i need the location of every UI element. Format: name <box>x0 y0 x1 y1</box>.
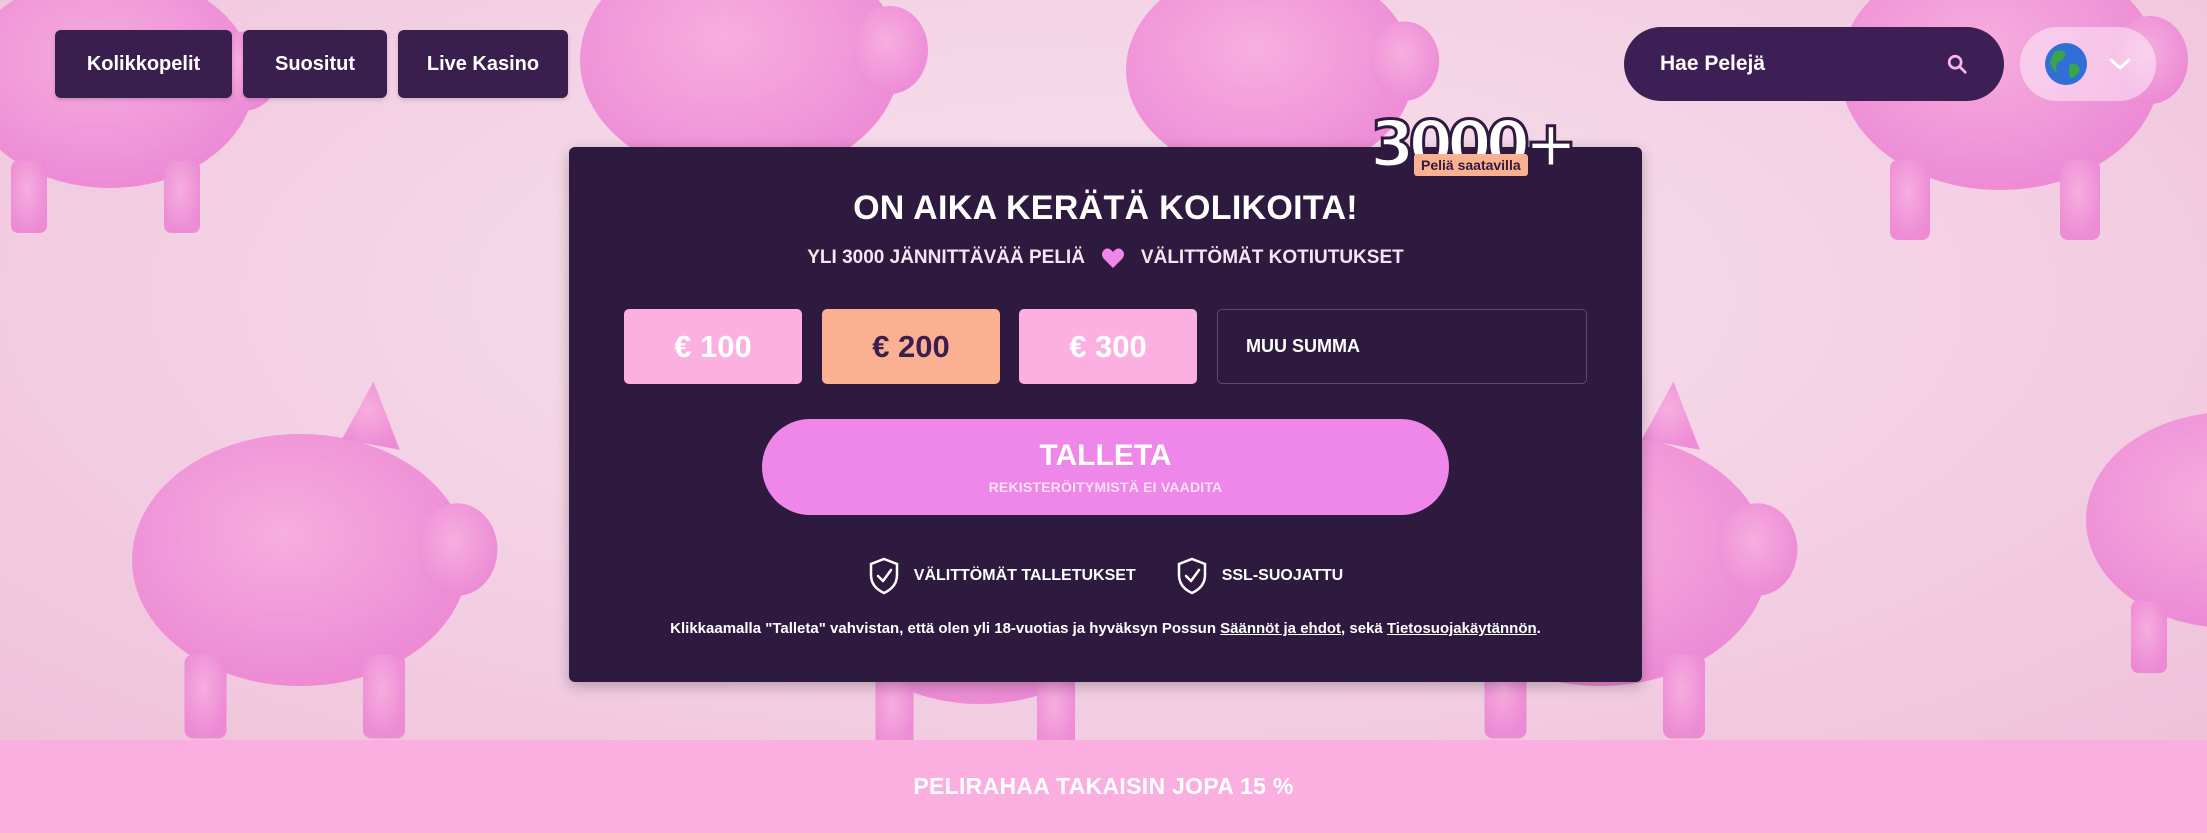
language-selector[interactable] <box>2020 27 2156 101</box>
subtitle-withdrawals: VÄLITTÖMÄT KOTIUTUKSET <box>1140 247 1404 268</box>
card-subtitle: YLI 3000 JÄNNITTÄVÄÄ PELIÄ VÄLITTÖMÄT KO… <box>569 247 1642 269</box>
legal-middle: , sekä <box>1341 620 1387 637</box>
subtitle-games: YLI 3000 JÄNNITTÄVÄÄ PELIÄ <box>807 247 1085 268</box>
legal-prefix: Klikkaamalla "Talleta" vahvistan, että o… <box>670 620 1221 637</box>
legal-suffix: . <box>1536 620 1541 637</box>
trust-label: VÄLITTÖMÄT TALLETUKSET <box>913 567 1136 584</box>
trust-label: SSL-SUOJATTU <box>1221 567 1344 584</box>
privacy-link[interactable]: Tietosuojakäytännön <box>1387 620 1537 637</box>
nav-live-kasino[interactable]: Live Kasino <box>398 30 568 98</box>
promo-bar[interactable]: PELIRAHAA TAKAISIN JOPA 15 % <box>0 740 2207 833</box>
heart-icon <box>1101 248 1124 268</box>
trust-ssl: SSL-SUOJATTU <box>1176 557 1343 595</box>
shield-check-icon <box>869 557 899 595</box>
deposit-sublabel: REKISTERÖITYMISTÄ EI VAADITA <box>988 479 1223 495</box>
other-amount-input[interactable]: MUU SUMMA <box>1217 309 1587 384</box>
terms-link[interactable]: Säännöt ja ehdot <box>1220 620 1341 637</box>
nav-suositut[interactable]: Suositut <box>243 30 387 98</box>
search-placeholder: Hae Pelejä <box>1660 52 1766 75</box>
amount-300-button[interactable]: € 300 <box>1019 309 1197 384</box>
deposit-label: TALLETA <box>1039 439 1172 472</box>
trust-instant-deposits: VÄLITTÖMÄT TALLETUKSET <box>868 557 1136 595</box>
promo-text: PELIRAHAA TAKAISIN JOPA 15 % <box>913 773 1294 799</box>
deposit-card: ON AIKA KERÄTÄ KOLIKOITA! YLI 3000 JÄNNI… <box>569 147 1642 682</box>
legal-text: Klikkaamalla "Talleta" vahvistan, että o… <box>569 620 1642 637</box>
shield-check-icon <box>1177 557 1206 595</box>
trust-indicators: VÄLITTÖMÄT TALLETUKSET SSL-SUOJATTU <box>569 557 1642 595</box>
amount-200-button[interactable]: € 200 <box>822 309 1000 384</box>
deposit-button[interactable]: TALLETA REKISTERÖITYMISTÄ EI VAADITA <box>762 419 1449 515</box>
nav-kolikkopelit[interactable]: Kolikkopelit <box>55 30 232 98</box>
search-icon[interactable] <box>1946 53 1968 75</box>
globe-icon <box>2045 43 2087 85</box>
amount-100-button[interactable]: € 100 <box>624 309 802 384</box>
chevron-down-icon <box>2109 58 2131 70</box>
badge-label: Peliä saatavilla <box>1414 154 1528 176</box>
games-count-badge: 3000+ Peliä saatavilla <box>1369 107 1580 184</box>
card-title: ON AIKA KERÄTÄ KOLIKOITA! <box>853 189 1358 227</box>
search-input[interactable]: Hae Pelejä <box>1624 27 2004 101</box>
